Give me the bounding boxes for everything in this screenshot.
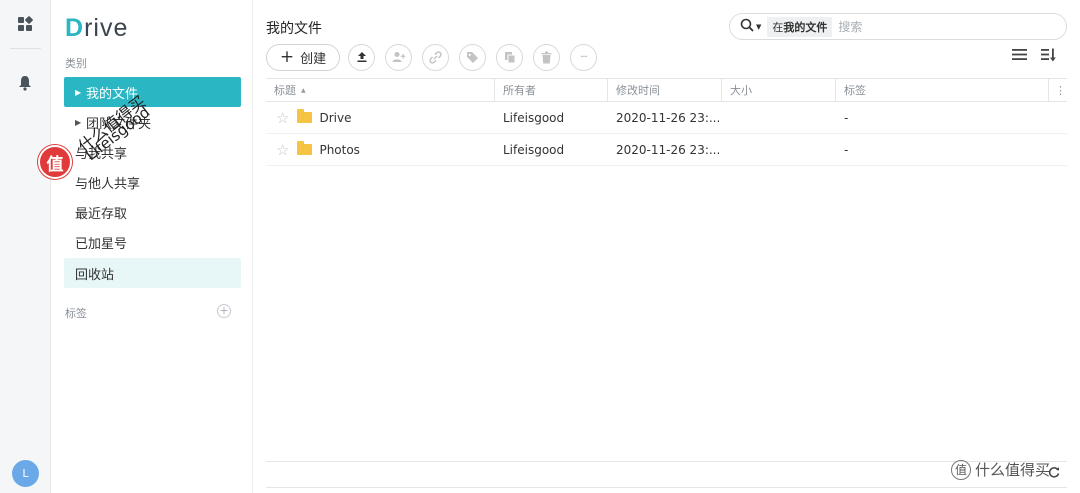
sort-icon[interactable]: [1041, 48, 1056, 62]
sidebar-item-shared-with-others[interactable]: 与他人共享: [64, 167, 241, 197]
sidebar-item-my-files[interactable]: ▶ 我的文件: [64, 77, 241, 107]
column-header-owner[interactable]: 所有者: [495, 79, 608, 101]
chevron-down-icon[interactable]: ▼: [756, 23, 761, 31]
column-menu-icon[interactable]: ⋮: [1049, 79, 1067, 101]
file-table: 标题 ▲ 所有者 修改时间 大小 标签 ⋮ ☆ Drive Lifeisgood…: [266, 78, 1067, 166]
caret-right-icon: ▶: [75, 117, 82, 127]
caret-right-icon: ▶: [75, 87, 82, 97]
sidebar-item-starred[interactable]: 已加星号: [64, 227, 241, 257]
folder-icon: [297, 141, 313, 155]
column-header-modified[interactable]: 修改时间: [608, 79, 722, 101]
upload-button[interactable]: [348, 43, 375, 71]
rail-divider: [10, 48, 41, 49]
sidebar: Drive 类别 ▶ 我的文件 ▶ 团队文件夹 与我共享 与他人共享 最近存取 …: [51, 0, 253, 493]
more-icon: ···: [580, 51, 587, 63]
tag-icon: [467, 51, 478, 63]
more-button[interactable]: ···: [570, 43, 597, 71]
bell-icon[interactable]: [13, 71, 37, 95]
sort-asc-icon: ▲: [301, 86, 306, 94]
icon-rail: L: [0, 0, 51, 493]
search-input[interactable]: 搜索: [838, 18, 862, 35]
sidebar-item-recycle-bin[interactable]: 回收站: [64, 258, 241, 288]
refresh-icon[interactable]: [1048, 466, 1060, 482]
add-user-icon: [392, 52, 405, 62]
link-button[interactable]: [422, 43, 449, 71]
trash-icon: [541, 51, 552, 63]
column-header-size[interactable]: 大小: [722, 79, 836, 101]
add-tag-icon[interactable]: +: [217, 304, 231, 318]
star-icon[interactable]: ☆: [276, 109, 289, 127]
apps-grid-icon[interactable]: [13, 12, 37, 36]
copy-icon: [504, 51, 515, 63]
footer-divider: [266, 487, 1067, 488]
page-title: 我的文件: [266, 21, 322, 37]
search-bar[interactable]: ▼ 在我的文件 搜索: [729, 13, 1067, 40]
drive-app: L Drive 类别 ▶ 我的文件 ▶ 团队文件夹 与我共享 与他人共享 最近存…: [0, 0, 1080, 493]
view-options: [1012, 48, 1056, 62]
column-header-title[interactable]: 标题 ▲: [266, 79, 495, 101]
delete-button[interactable]: [533, 43, 560, 71]
table-header: 标题 ▲ 所有者 修改时间 大小 标签 ⋮: [266, 78, 1067, 102]
avatar[interactable]: L: [12, 460, 39, 487]
toolbar: + 创建 ···: [266, 43, 607, 71]
upload-icon: [357, 52, 366, 62]
folder-icon: [297, 109, 313, 123]
footer-watermark: 值 什么值得买: [951, 459, 1050, 480]
tags-label: 标签: [65, 307, 87, 320]
star-icon[interactable]: ☆: [276, 141, 289, 159]
tag-button[interactable]: [459, 43, 486, 71]
column-header-tags[interactable]: 标签: [836, 79, 1049, 101]
copy-button[interactable]: [496, 43, 523, 71]
link-icon: [429, 50, 442, 64]
footer-divider: [266, 461, 1067, 462]
search-scope[interactable]: 在我的文件: [767, 16, 833, 37]
share-user-button[interactable]: [385, 43, 412, 71]
table-row[interactable]: ☆ Photos Lifeisgood 2020-11-26 23:... -: [266, 134, 1067, 166]
drive-logo: Drive: [65, 14, 129, 42]
watermark-badge: 值: [38, 145, 72, 179]
category-label: 类别: [65, 57, 87, 70]
search-icon[interactable]: [740, 18, 754, 35]
create-button[interactable]: + 创建: [266, 43, 340, 71]
sidebar-item-recent[interactable]: 最近存取: [64, 197, 241, 227]
table-row[interactable]: ☆ Drive Lifeisgood 2020-11-26 23:... -: [266, 102, 1067, 134]
main-panel: 我的文件 ▼ 在我的文件 搜索 + 创建 ··· 标题 ▲ 所有者 修改时间 大…: [254, 0, 1080, 493]
list-view-icon[interactable]: [1012, 48, 1027, 61]
